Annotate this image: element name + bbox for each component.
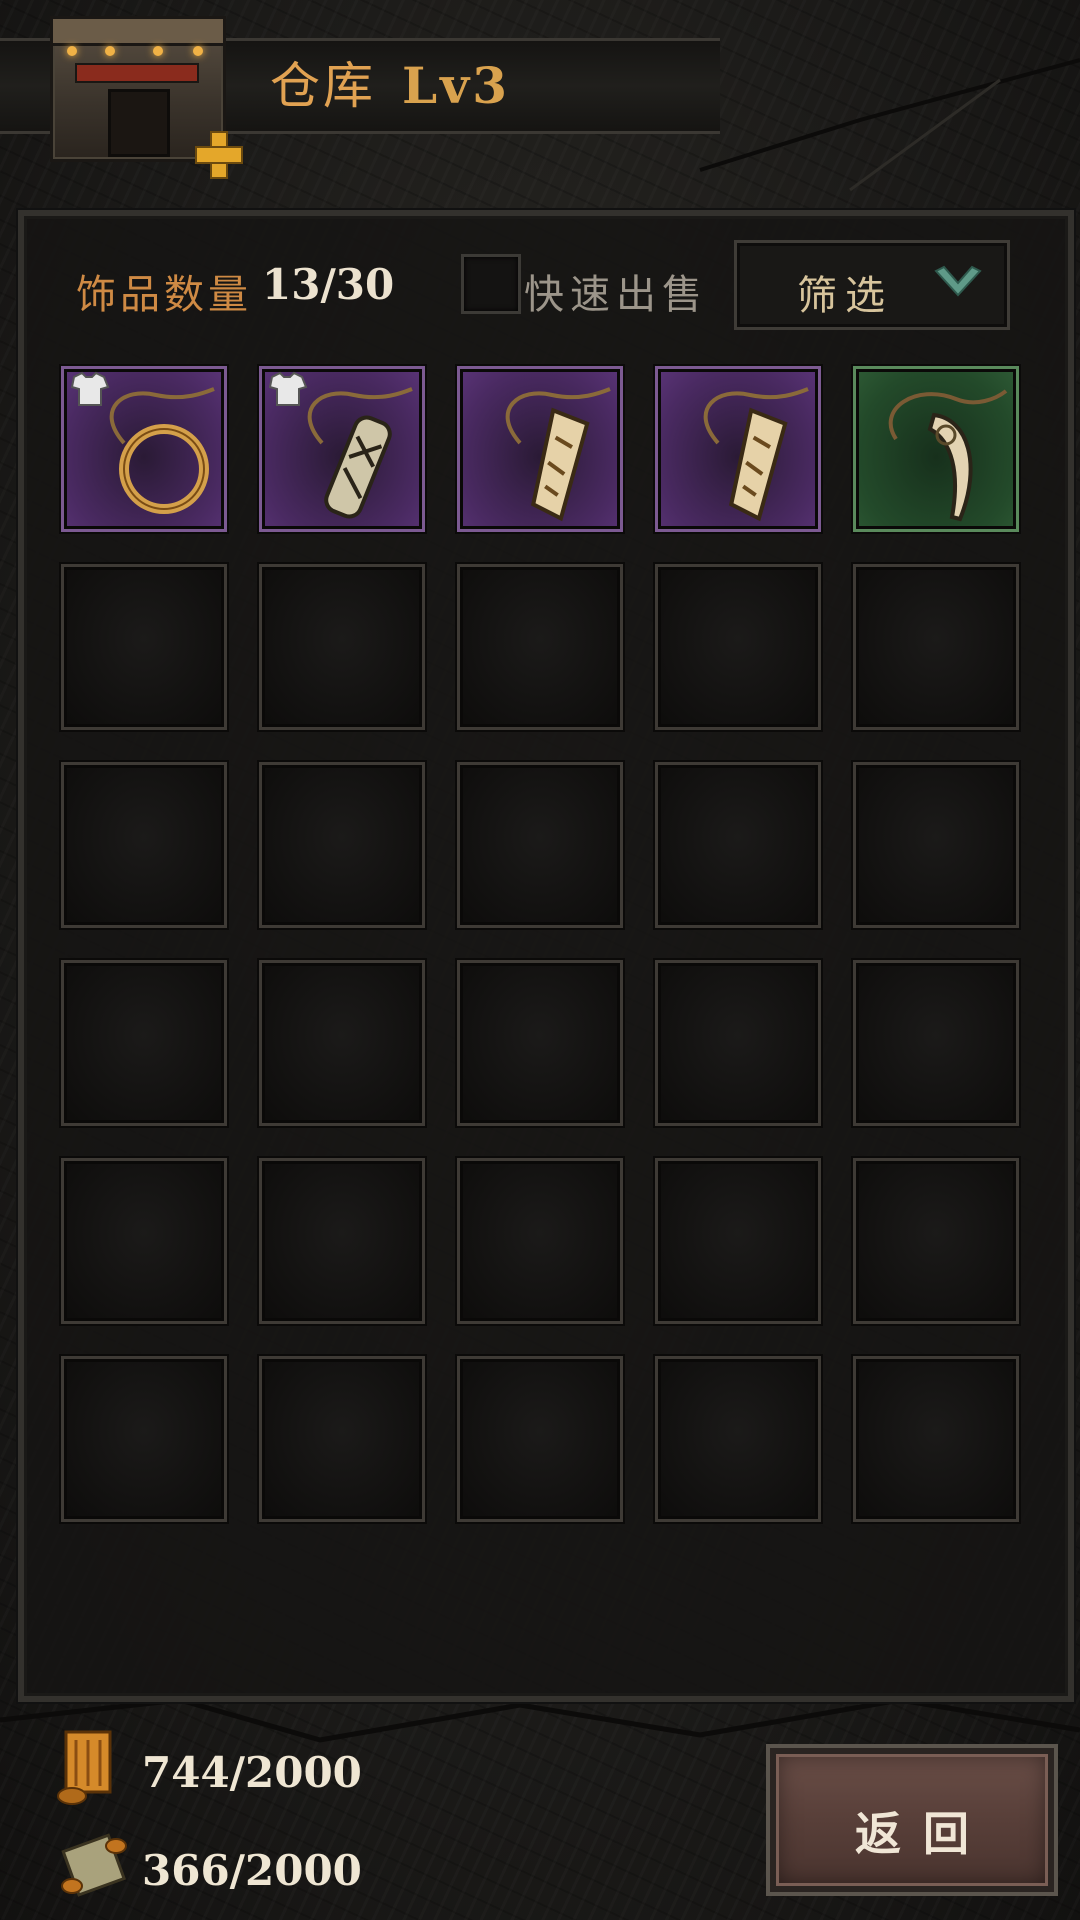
empty-slot[interactable] — [655, 1158, 821, 1324]
empty-slot[interactable] — [61, 762, 227, 928]
empty-slot[interactable] — [655, 564, 821, 730]
back-button-label: 返回 — [855, 1807, 991, 1861]
resource-value-2: 366/2000 — [142, 1846, 362, 1895]
trinket-count-label: 饰品数量 — [76, 272, 252, 318]
empty-slot[interactable] — [61, 1356, 227, 1522]
empty-slot[interactable] — [853, 960, 1019, 1126]
empty-slot[interactable] — [61, 960, 227, 1126]
scroll-icon — [57, 1730, 112, 1805]
empty-slot[interactable] — [457, 960, 623, 1126]
carved-charm-trinket-icon — [268, 371, 413, 519]
tooth-necklace-trinket-icon — [888, 389, 1008, 522]
inventory-panel: 饰品数量 13/30 快速出售 筛选 — [18, 210, 1074, 1702]
empty-slot[interactable] — [853, 1356, 1019, 1522]
empty-slot[interactable] — [259, 564, 425, 730]
empty-slot[interactable] — [259, 1356, 425, 1522]
empty-slot[interactable] — [259, 1158, 425, 1324]
empty-slot[interactable] — [457, 1356, 623, 1522]
resource-value-1: 744/2000 — [142, 1748, 362, 1797]
empty-slot[interactable] — [655, 1356, 821, 1522]
map-scroll-icon — [61, 1833, 127, 1897]
level-text: Lv3 — [402, 56, 510, 115]
trinket-slot[interactable] — [259, 366, 425, 532]
trinket-slot[interactable] — [853, 366, 1019, 532]
trinket-slot[interactable] — [61, 366, 227, 532]
equipped-shirt-icon — [268, 371, 308, 406]
empty-slot[interactable] — [853, 762, 1019, 928]
empty-slot[interactable] — [853, 564, 1019, 730]
trinket-count-value: 13/30 — [262, 260, 395, 309]
empty-slot[interactable] — [457, 564, 623, 730]
empty-slot[interactable] — [655, 960, 821, 1126]
empty-slot[interactable] — [457, 762, 623, 928]
empty-slot[interactable] — [655, 762, 821, 928]
trinket-slot[interactable] — [655, 366, 821, 532]
empty-slot[interactable] — [61, 564, 227, 730]
chevron-down-icon — [934, 265, 982, 297]
filter-dropdown[interactable]: 筛选 — [734, 240, 1010, 330]
back-button[interactable]: 返回 — [770, 1748, 1054, 1892]
quick-sell-label[interactable]: 快速出售 — [524, 262, 708, 320]
bone-pendant-trinket-icon — [703, 387, 809, 522]
empty-slot[interactable] — [259, 762, 425, 928]
trinket-slot[interactable] — [457, 366, 623, 532]
filter-label: 筛选 — [797, 273, 893, 319]
bone-pendant-trinket-icon — [505, 387, 611, 522]
ring-trinket-icon — [70, 371, 215, 514]
equipped-shirt-icon — [70, 371, 110, 406]
warehouse-building-icon[interactable] — [50, 16, 243, 179]
page-title: 仓库 Lv3 — [270, 46, 510, 118]
quick-sell-checkbox[interactable] — [461, 254, 521, 314]
plus-icon[interactable] — [193, 129, 243, 179]
title-text: 仓库 — [270, 57, 376, 115]
empty-slot[interactable] — [457, 1158, 623, 1324]
empty-slot[interactable] — [61, 1158, 227, 1324]
header: 仓库 Lv3 — [0, 0, 1080, 179]
empty-slot[interactable] — [259, 960, 425, 1126]
empty-slot[interactable] — [853, 1158, 1019, 1324]
